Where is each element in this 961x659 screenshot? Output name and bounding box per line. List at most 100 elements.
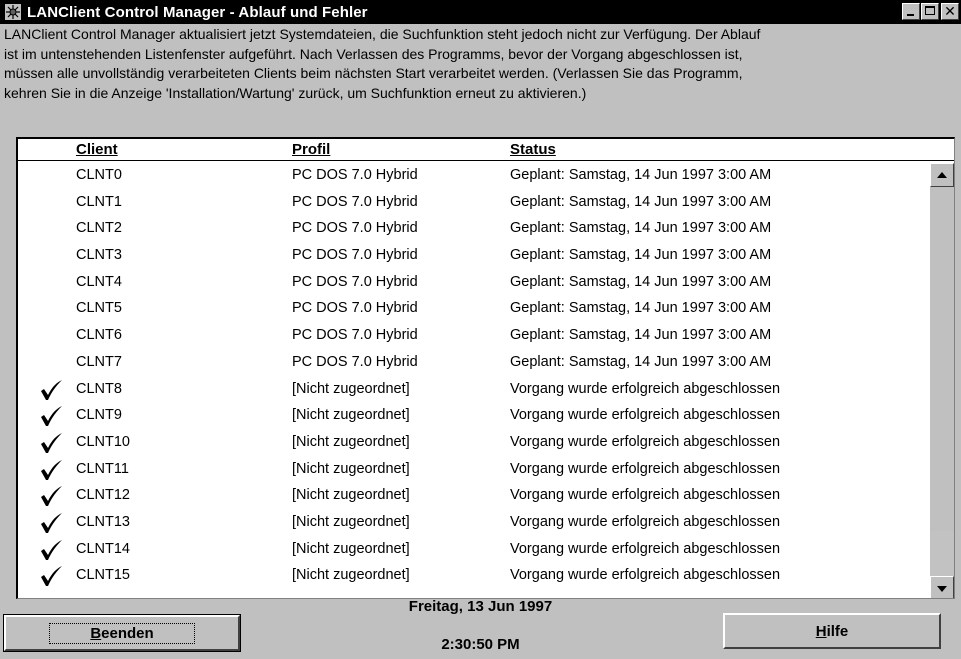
cell-profile: PC DOS 7.0 Hybrid — [292, 273, 418, 290]
table-row[interactable]: CLNT14 [Nicht zugeordnet] Vorgang wurde er… — [18, 537, 929, 564]
table-row[interactable]: CLNT4 PC DOS 7.0 Hybrid Geplant: Samstag, … — [18, 270, 929, 297]
column-header-client[interactable]: Client — [76, 141, 118, 158]
scroll-down-button[interactable] — [930, 576, 954, 598]
cell-profile: PC DOS 7.0 Hybrid — [292, 327, 418, 344]
cell-status: Geplant: Samstag, 14 Jun 1997 3:00 AM — [510, 300, 772, 317]
title-bar[interactable]: LANClient Control Manager - Ablauf und F… — [0, 0, 961, 24]
arrow-down-icon — [937, 586, 947, 592]
table-row[interactable]: CLNT0 PC DOS 7.0 Hybrid Geplant: Samstag, … — [18, 163, 929, 190]
window-controls: ✕ — [901, 3, 959, 20]
cell-client: CLNT15 — [76, 567, 130, 584]
cell-client: CLNT7 — [76, 353, 122, 370]
cell-client: CLNT13 — [76, 513, 130, 530]
cell-status: Geplant: Samstag, 14 Jun 1997 3:00 AM — [510, 220, 772, 237]
table-row[interactable]: CLNT8 [Nicht zugeordnet] Vorgang wurde erf… — [18, 377, 929, 404]
table-row[interactable]: CLNT13 [Nicht zugeordnet] Vorgang wurde er… — [18, 510, 929, 537]
table-row[interactable]: CLNT2 PC DOS 7.0 Hybrid Geplant: Samstag, … — [18, 216, 929, 243]
scroll-thumb[interactable] — [930, 531, 954, 576]
cell-profile: PC DOS 7.0 Hybrid — [292, 193, 418, 210]
checkmark-icon — [41, 459, 62, 480]
cell-profile: [Nicht zugeordnet] — [292, 567, 410, 584]
table-row[interactable]: CLNT15 [Nicht zugeordnet] Vorgang wurde er… — [18, 563, 929, 590]
checkmark-icon — [41, 432, 62, 453]
cell-client: CLNT4 — [76, 273, 122, 290]
cell-status: Geplant: Samstag, 14 Jun 1997 3:00 AM — [510, 247, 772, 264]
cell-profile: [Nicht zugeordnet] — [292, 380, 410, 397]
info-message: LANClient Control Manager aktualisiert j… — [4, 25, 959, 103]
cell-status: Vorgang wurde erfolgreich abgeschlossen — [510, 433, 781, 450]
cell-status: Geplant: Samstag, 14 Jun 1997 3:00 AM — [510, 353, 772, 370]
cell-client: CLNT0 — [76, 167, 122, 183]
info-line: ist im untenstehenden Listenfenster aufg… — [4, 45, 743, 62]
cell-status: Geplant: Samstag, 14 Jun 1997 3:00 AM — [510, 167, 772, 183]
column-header-profile[interactable]: Profil — [292, 141, 330, 158]
cell-profile: [Nicht zugeordnet] — [292, 433, 410, 450]
table-row[interactable]: CLNT9 [Nicht zugeordnet] Vorgang wurde erf… — [18, 403, 929, 430]
cell-status: Geplant: Samstag, 14 Jun 1997 3:00 AM — [510, 193, 772, 210]
vertical-scrollbar[interactable] — [930, 163, 954, 598]
table-row[interactable]: CLNT1 PC DOS 7.0 Hybrid Geplant: Samstag, … — [18, 190, 929, 217]
help-button-label: Hilfe — [815, 622, 849, 640]
table-row[interactable]: CLNT5 PC DOS 7.0 Hybrid Geplant: Samstag, … — [18, 296, 929, 323]
cell-profile: PC DOS 7.0 Hybrid — [292, 220, 418, 237]
table-row[interactable]: CLNT12 [Nicht zugeordnet] Vorgang wurde er… — [18, 483, 929, 510]
checkmark-icon — [41, 379, 62, 400]
cell-status: Vorgang wurde erfolgreich abgeschlossen — [510, 567, 781, 584]
cell-profile: [Nicht zugeordnet] — [292, 513, 410, 530]
cell-profile: PC DOS 7.0 Hybrid — [292, 247, 418, 264]
cell-status: Vorgang wurde erfolgreich abgeschlossen — [510, 460, 781, 477]
cell-status: Vorgang wurde erfolgreich abgeschlossen — [510, 513, 781, 530]
cell-profile: PC DOS 7.0 Hybrid — [292, 167, 418, 183]
cell-profile: [Nicht zugeordnet] — [292, 487, 410, 504]
list-rows: CLNT0 PC DOS 7.0 Hybrid Geplant: Samstag, … — [18, 163, 929, 598]
cell-client: CLNT2 — [76, 220, 122, 237]
table-row[interactable]: CLNT10 [Nicht zugeordnet] Vorgang wurde er… — [18, 430, 929, 457]
cell-status: Vorgang wurde erfolgreich abgeschlossen — [510, 407, 781, 424]
info-line: kehren Sie in die Anzeige 'Installation/… — [4, 84, 587, 101]
scroll-up-button[interactable] — [930, 163, 954, 187]
table-row[interactable]: CLNT11 [Nicht zugeordnet] Vorgang wurde er… — [18, 457, 929, 484]
checkmark-icon — [41, 486, 62, 507]
column-header-status[interactable]: Status — [510, 141, 556, 158]
checkmark-icon — [41, 406, 62, 427]
cell-status: Geplant: Samstag, 14 Jun 1997 3:00 AM — [510, 327, 772, 344]
maximize-icon[interactable] — [921, 3, 939, 20]
cell-profile: [Nicht zugeordnet] — [292, 407, 410, 424]
cell-client: CLNT8 — [76, 380, 122, 397]
cell-status: Vorgang wurde erfolgreich abgeschlossen — [510, 380, 781, 397]
cell-client: CLNT1 — [76, 193, 122, 210]
lanclient-app-icon[interactable] — [3, 2, 23, 22]
cell-status: Vorgang wurde erfolgreich abgeschlossen — [510, 487, 781, 504]
arrow-up-icon — [937, 172, 947, 178]
table-row[interactable]: CLNT7 PC DOS 7.0 Hybrid Geplant: Samstag, … — [18, 350, 929, 377]
client-listbox[interactable]: Client Profil Status CLNT0 PC DOS 7.0 Hyb… — [16, 137, 955, 599]
list-header: Client Profil Status — [18, 139, 954, 161]
cell-client: CLNT12 — [76, 487, 130, 504]
close-icon[interactable]: ✕ — [941, 3, 959, 20]
cell-status: Geplant: Samstag, 14 Jun 1997 3:00 AM — [510, 273, 772, 290]
scroll-track[interactable] — [930, 187, 954, 576]
minimize-icon[interactable] — [902, 3, 920, 20]
checkmark-icon — [41, 566, 62, 587]
cell-profile: [Nicht zugeordnet] — [292, 540, 410, 557]
main-window: LANClient Control Manager - Ablauf und F… — [0, 0, 961, 659]
cell-client: CLNT14 — [76, 540, 130, 557]
info-line: müssen alle unvollständig verarbeiteten … — [4, 65, 743, 81]
info-line: LANClient Control Manager aktualisiert j… — [4, 26, 761, 42]
checkmark-icon — [41, 539, 62, 560]
cell-status: Vorgang wurde erfolgreich abgeschlossen — [510, 540, 781, 557]
cell-client: CLNT5 — [76, 300, 122, 317]
cell-client: CLNT6 — [76, 327, 122, 344]
cell-client: CLNT9 — [76, 407, 122, 424]
window-title: LANClient Control Manager - Ablauf und F… — [27, 3, 368, 21]
cell-profile: PC DOS 7.0 Hybrid — [292, 353, 418, 370]
checkmark-icon — [41, 512, 62, 533]
cell-profile: [Nicht zugeordnet] — [292, 460, 410, 477]
cell-profile: PC DOS 7.0 Hybrid — [292, 300, 418, 317]
help-button[interactable]: Hilfe — [723, 613, 941, 649]
table-row[interactable]: CLNT3 PC DOS 7.0 Hybrid Geplant: Samstag, … — [18, 243, 929, 270]
table-row[interactable]: CLNT6 PC DOS 7.0 Hybrid Geplant: Samstag, … — [18, 323, 929, 350]
cell-client: CLNT3 — [76, 247, 122, 264]
cell-client: CLNT11 — [76, 460, 129, 477]
cell-client: CLNT10 — [76, 433, 130, 450]
